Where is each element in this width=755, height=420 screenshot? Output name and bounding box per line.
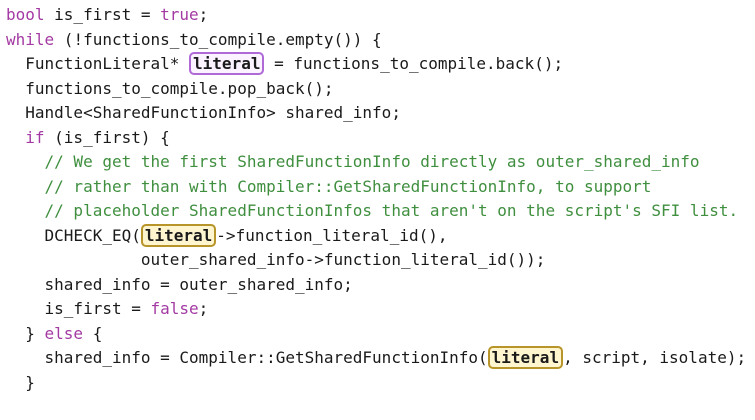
code-line: Handle<SharedFunctionInfo> shared_info; [6,101,746,126]
code-line: DCHECK_EQ(literal ->function_literal_id()… [6,223,746,249]
code-line: // rather than with Compiler::GetSharedF… [6,175,746,200]
code-token: = functions_to_compile.back(); [264,54,564,73]
comment-token: // We get the first SharedFunctionInfo d… [44,152,700,171]
code-line: while (!functions_to_compile.empty()) { [6,28,746,53]
code-token: ; [198,299,209,318]
code-token: ->function_literal_id(), [216,225,448,245]
code-token: } [25,372,35,392]
code-line: FunctionLiteral* literal = functions_to_… [6,52,746,77]
keyword-token: while [6,29,55,49]
code-token: (is_first) { [44,127,170,147]
keyword-token: else [44,323,84,343]
code-line: shared_info = Compiler::GetSharedFunctio… [6,346,746,371]
code-line: functions_to_compile.pop_back(); [6,77,746,102]
code-line: // placeholder SharedFunctionInfos that … [6,199,746,224]
code-token: is_first = [44,299,151,318]
literal-token: true [160,5,199,24]
code-token: , script, isolate); [563,348,747,367]
code-token: Handle<SharedFunctionInfo> shared_info; [25,103,401,122]
highlighted-symbol-reference[interactable]: literal [487,346,564,369]
highlighted-symbol-reference[interactable]: literal [140,223,217,247]
code-token: DCHECK_EQ( [44,225,141,245]
code-line: is_first = false; [6,297,746,322]
code-token: shared_info = Compiler::GetSharedFunctio… [44,348,488,367]
code-token: outer_shared_info->function_literal_id()… [140,250,546,269]
code-token: shared_info = outer_shared_info; [44,274,353,294]
code-line: } [6,371,746,396]
comment-token: // rather than with Compiler::GetSharedF… [44,176,652,196]
highlighted-symbol-definition[interactable]: literal [189,52,265,75]
code-token: ; [198,5,209,24]
code-token: functions_to_compile.pop_back(); [25,78,334,98]
keyword-token: if [25,127,45,147]
code-line: if (is_first) { [6,126,746,151]
literal-token: false [150,299,199,318]
keyword-token: bool [6,5,45,24]
code-token: is_first = [44,5,161,24]
code-token: FunctionLiteral* [25,54,190,73]
code-token: } [25,323,45,343]
code-line: // We get the first SharedFunctionInfo d… [6,150,746,175]
code-line: } else { [6,322,746,347]
code-token: (!functions_to_compile.empty()) { [54,29,382,49]
code-line: bool is_first = true; [6,3,746,28]
comment-token: // placeholder SharedFunctionInfos that … [44,201,739,220]
code-line: shared_info = outer_shared_info; [6,273,746,298]
code-editor: bool is_first = true; while (!functions_t… [6,3,746,395]
code-line: outer_shared_info->function_literal_id()… [6,248,746,273]
code-token: { [83,323,103,343]
